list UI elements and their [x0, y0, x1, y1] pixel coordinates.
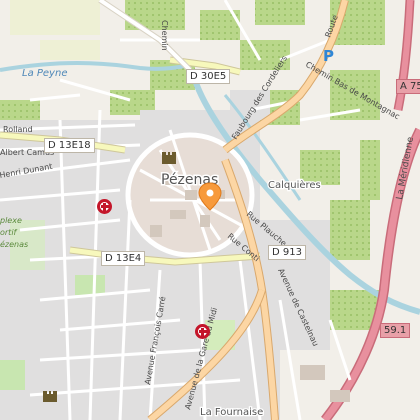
- label-pezenas-small: ézenas: [0, 239, 28, 249]
- label-la-fournaise: La Fournaise: [200, 407, 263, 418]
- road-shield-d13e4: D 13E4: [101, 251, 146, 266]
- label-rolland: Rolland: [3, 125, 33, 134]
- castle-icon[interactable]: [43, 391, 57, 402]
- label-chemin: Chemin: [160, 20, 169, 51]
- castle-icon[interactable]: [162, 152, 176, 164]
- road-shield-km: 59.1: [380, 323, 411, 338]
- road-shield-a75: A 75: [396, 79, 420, 94]
- map-view[interactable]: Faubourg des Cordeliers Route Chemin Bas…: [0, 0, 420, 420]
- road-shield-d913: D 913: [268, 245, 306, 260]
- label-la-peyne: La Peyne: [22, 68, 67, 79]
- label-calquieres: Calquières: [268, 179, 321, 191]
- parking-icon[interactable]: P: [323, 47, 334, 65]
- map-canvas[interactable]: Faubourg des Cordeliers Route Chemin Bas…: [0, 0, 420, 420]
- pharmacy-icon[interactable]: [97, 199, 112, 214]
- label-complexe: plexe: [0, 216, 22, 225]
- label-sportif: ortif: [0, 228, 18, 237]
- road-shield-d30e5: D 30E5: [186, 69, 231, 84]
- road-shield-d13e18: D 13E18: [44, 138, 95, 153]
- pharmacy-icon[interactable]: [195, 324, 210, 339]
